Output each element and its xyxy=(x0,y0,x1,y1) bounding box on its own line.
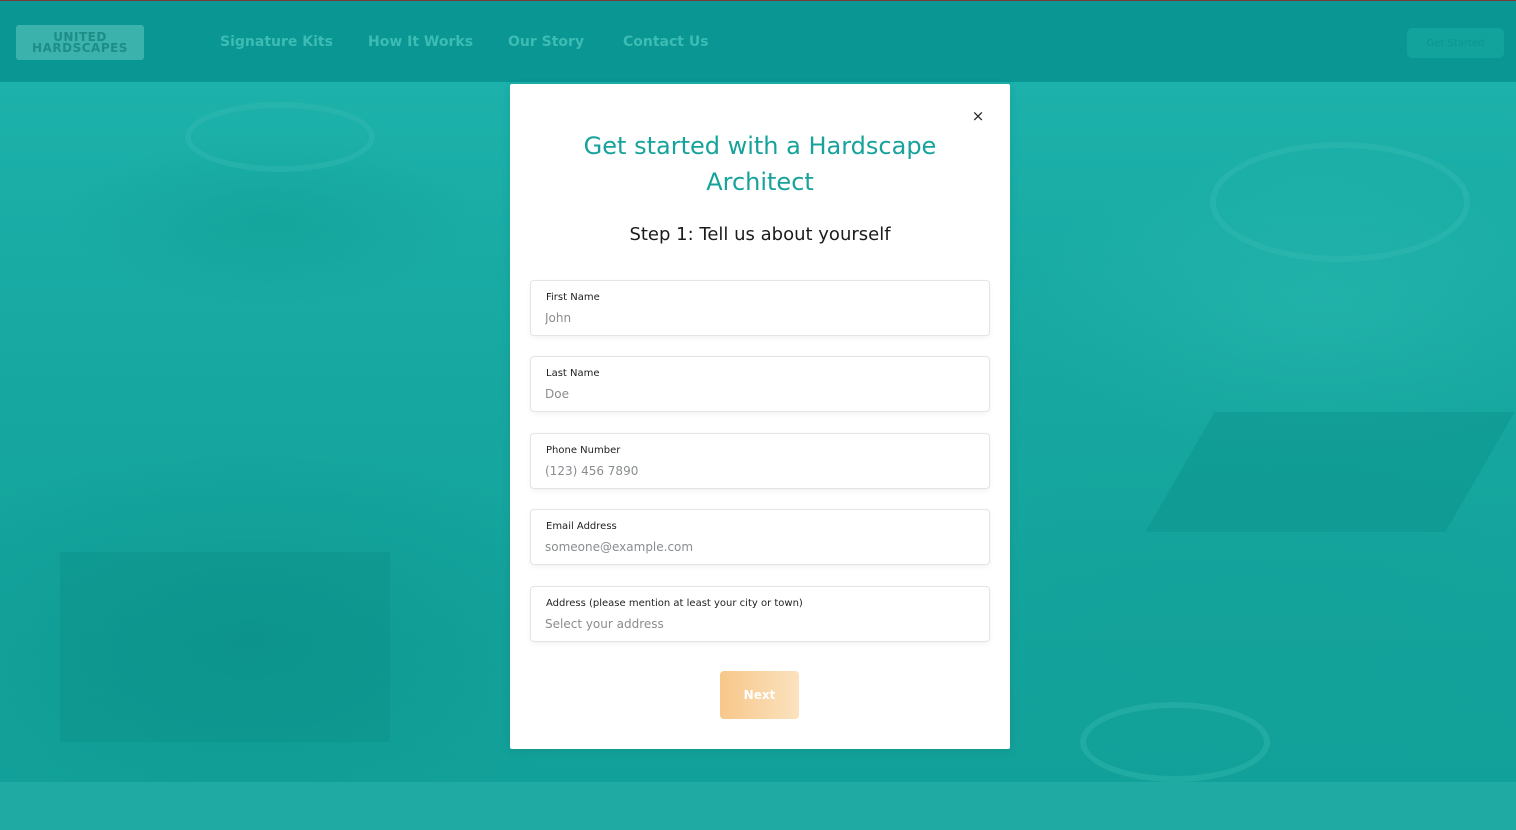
get-started-button[interactable]: Get Started xyxy=(1407,28,1504,58)
hero-decor-deck xyxy=(1145,412,1515,532)
nav-how-it-works[interactable]: How It Works xyxy=(368,34,473,50)
hero-decor-ellipse xyxy=(1080,702,1270,782)
email-label: Email Address xyxy=(546,521,617,532)
nav-contact-us[interactable]: Contact Us xyxy=(623,34,709,50)
last-name-field[interactable]: Last Name xyxy=(530,356,990,412)
logo-line-2: HARDSCAPES xyxy=(32,40,128,55)
last-name-input[interactable] xyxy=(545,384,975,404)
phone-label: Phone Number xyxy=(546,445,621,456)
first-name-label: First Name xyxy=(546,292,600,303)
step-title: Step 1: Tell us about yourself xyxy=(629,224,891,245)
next-button[interactable]: Next xyxy=(720,671,799,719)
email-field[interactable]: Email Address xyxy=(530,509,990,565)
modal-title: Get started with a Hardscape Architect xyxy=(583,132,937,196)
hero-decor-house xyxy=(60,552,390,742)
nav-signature-kits[interactable]: Signature Kits xyxy=(220,34,333,50)
footer-band xyxy=(0,782,1516,830)
hero-decor-ellipse xyxy=(185,102,375,172)
address-input[interactable] xyxy=(545,614,975,634)
first-name-field[interactable]: First Name xyxy=(530,280,990,336)
address-label: Address (please mention at least your ci… xyxy=(546,598,803,609)
first-name-input[interactable] xyxy=(545,308,975,328)
hero-decor-ellipse xyxy=(1210,142,1470,262)
address-field[interactable]: Address (please mention at least your ci… xyxy=(530,586,990,642)
site-header: UNITED HARDSCAPES Signature Kits How It … xyxy=(0,1,1516,82)
brand-logo[interactable]: UNITED HARDSCAPES xyxy=(16,25,144,60)
nav-our-story[interactable]: Our Story xyxy=(508,34,584,50)
phone-input[interactable] xyxy=(545,461,975,481)
signup-modal: × Get started with a Hardscape Architect… xyxy=(510,84,1010,749)
email-input[interactable] xyxy=(545,537,975,557)
close-icon[interactable]: × xyxy=(968,106,988,126)
last-name-label: Last Name xyxy=(546,368,600,379)
phone-field[interactable]: Phone Number xyxy=(530,433,990,489)
